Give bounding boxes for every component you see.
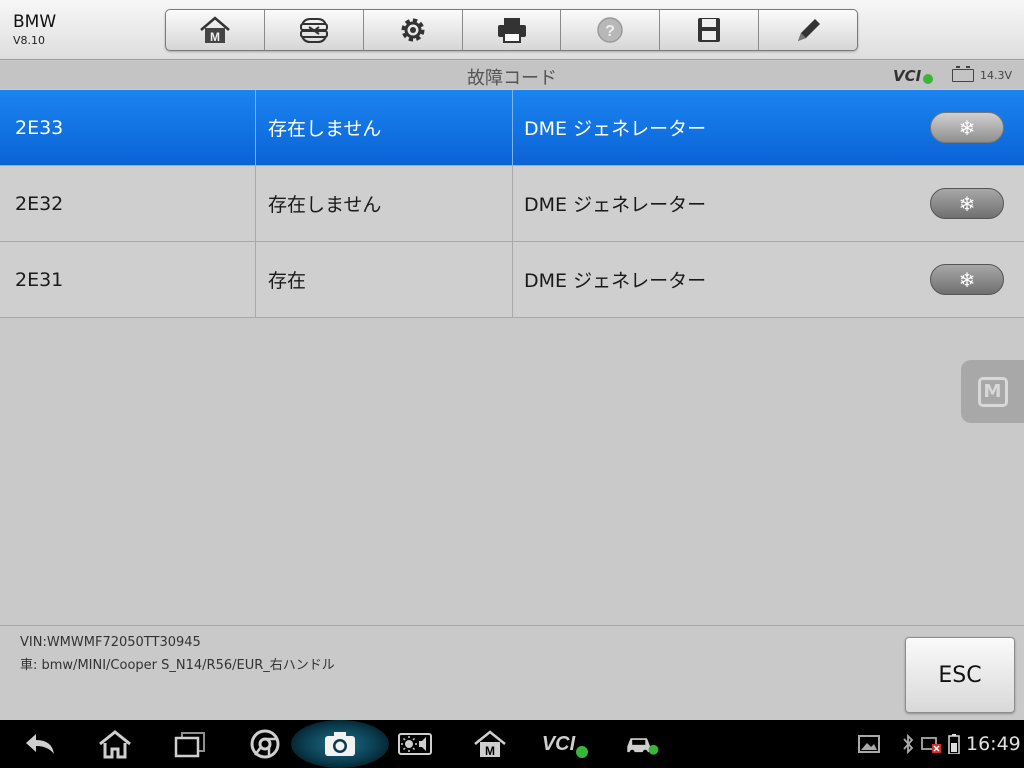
esc-button[interactable]: ESC <box>905 637 1015 713</box>
pencil-icon <box>798 19 821 41</box>
check-icon <box>576 746 589 758</box>
network-disconnected-icon <box>920 734 942 754</box>
battery-icon <box>952 66 974 82</box>
home-m-icon: M <box>474 730 506 758</box>
brightness-volume-button[interactable] <box>395 720 435 768</box>
house-icon <box>99 730 131 759</box>
recent-apps-icon <box>174 732 205 758</box>
car-check-icon <box>627 738 659 755</box>
recent-apps-button[interactable] <box>170 720 210 768</box>
help-icon: ? <box>597 17 624 43</box>
printer-icon <box>497 18 526 43</box>
floating-menu-button[interactable]: M <box>961 360 1024 423</box>
camera-icon <box>325 732 355 756</box>
vehicle-swap-button[interactable] <box>265 10 364 50</box>
save-button[interactable] <box>660 10 760 50</box>
vehicle-info-footer: VIN:WMWMF72050TT30945 車: bmw/MINI/Cooper… <box>0 625 1024 720</box>
table-row[interactable]: 2E31 存在 DME ジェネレーター ❄ <box>0 242 1024 318</box>
freeze-frame-button[interactable]: ❄ <box>930 188 1004 219</box>
dtc-table: 2E33 存在しません DME ジェネレーター ❄ 2E32 存在しません DM… <box>0 90 1024 318</box>
vci-manager-button[interactable]: VCI <box>540 720 590 768</box>
maxisys-home-button[interactable]: M <box>470 720 510 768</box>
snowflake-icon: ❄ <box>958 267 976 292</box>
home-button[interactable]: M <box>166 10 265 50</box>
app-name: BMW <box>13 12 57 32</box>
settings-button[interactable] <box>364 10 463 50</box>
print-button[interactable] <box>463 10 562 50</box>
vin-text: VIN:WMWMF72050TT30945 <box>20 635 201 650</box>
clock: 16:49 <box>966 733 1021 755</box>
snowflake-icon: ❄ <box>958 191 976 216</box>
back-button[interactable] <box>20 720 60 768</box>
gear-icon <box>401 18 425 42</box>
svg-text:?: ? <box>605 23 615 40</box>
dtc-code: 2E31 <box>0 242 256 317</box>
help-button[interactable]: ? <box>561 10 661 50</box>
vci-label: VCI <box>893 67 922 85</box>
dtc-status: 存在 <box>256 242 513 317</box>
battery-status-icon <box>948 734 960 754</box>
m-logo-icon: M <box>977 376 1008 407</box>
top-bar: BMW V8.10 M ? <box>0 0 1024 60</box>
svg-text:M: M <box>485 744 495 758</box>
freeze-frame-button[interactable]: ❄ <box>930 112 1004 143</box>
vehicle-text: 車: bmw/MINI/Cooper S_N14/R56/EUR_右ハンドル <box>20 658 335 673</box>
android-home-button[interactable] <box>95 720 135 768</box>
bluetooth-icon <box>902 734 914 754</box>
edit-button[interactable] <box>759 10 857 50</box>
gallery-icon <box>858 734 880 754</box>
title-bar: 故障コード VCI 14.3V <box>0 61 1024 89</box>
app-version: V8.10 <box>13 34 46 47</box>
table-row[interactable]: 2E33 存在しません DME ジェネレーター ❄ <box>0 90 1024 166</box>
floppy-disk-icon <box>698 18 721 42</box>
vci-connected-icon <box>923 74 933 84</box>
back-arrow-icon <box>26 734 54 754</box>
vehicle-button[interactable] <box>620 720 664 768</box>
vci-label: VCI <box>541 732 576 755</box>
snowflake-icon: ❄ <box>958 115 976 140</box>
car-swap-icon <box>299 18 328 43</box>
dtc-code: 2E33 <box>0 90 256 165</box>
page-title: 故障コード <box>467 68 557 89</box>
camera-button[interactable] <box>320 720 360 768</box>
vci-status: VCI <box>893 67 933 85</box>
brightness-volume-icon <box>398 733 432 755</box>
svg-text:M: M <box>210 30 220 44</box>
freeze-frame-button[interactable]: ❄ <box>930 264 1004 295</box>
battery-voltage: 14.3V <box>980 69 1013 82</box>
brand: BMW V8.10 <box>13 12 56 50</box>
chrome-icon <box>250 729 280 759</box>
toolbar: M ? <box>165 9 858 51</box>
dtc-status: 存在しません <box>256 166 513 241</box>
system-nav-bar: M VCI 16:49 <box>0 720 1024 768</box>
dtc-code: 2E32 <box>0 166 256 241</box>
home-m-icon: M <box>200 16 230 44</box>
dtc-status: 存在しません <box>256 90 513 165</box>
chrome-button[interactable] <box>245 720 285 768</box>
table-row[interactable]: 2E32 存在しません DME ジェネレーター ❄ <box>0 166 1024 242</box>
